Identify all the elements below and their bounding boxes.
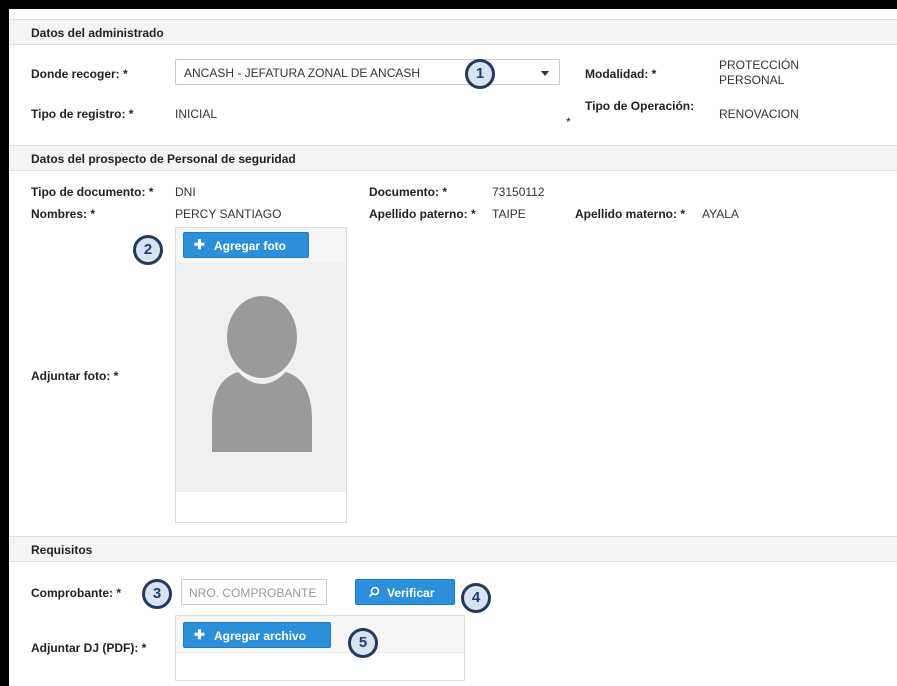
agregar-archivo-label: Agregar archivo [214,629,307,643]
agregar-archivo-button[interactable]: ✚ Agregar archivo [183,622,331,648]
documento-value: 73150112 [492,185,545,199]
adjuntar-dj-label: Adjuntar DJ (PDF): * [31,641,147,655]
tipo-documento-label: Tipo de documento: * [31,185,154,199]
plus-icon: ✚ [194,237,205,252]
apellido-paterno-label: Apellido paterno: * [369,207,476,221]
section-title-prospecto: Datos del prospecto de Personal de segur… [31,152,296,166]
adjuntar-foto-label: Adjuntar foto: * [31,369,119,383]
apellido-paterno-value: TAIPE [492,207,526,221]
chevron-down-icon [541,71,549,76]
section-header-administrado: Datos del administrado [9,19,897,45]
agregar-foto-button[interactable]: ✚ Agregar foto [183,232,309,258]
donde-recoger-selected-value: ANCASH - JEFATURA ZONAL DE ANCASH [184,66,421,80]
comprobante-field[interactable] [181,579,329,605]
section-title-requisitos: Requisitos [31,543,93,557]
donde-recoger-label: Donde recoger: * [31,67,128,81]
section-header-prospecto: Datos del prospecto de Personal de segur… [9,145,897,171]
tipo-documento-value: DNI [175,185,196,199]
tipo-registro-label: Tipo de registro: * [31,107,134,121]
photo-preview [176,262,346,492]
documento-label: Documento: * [369,185,447,199]
donde-recoger-select[interactable]: ANCASH - JEFATURA ZONAL DE ANCASH [175,59,560,85]
modalidad-label: Modalidad: * [585,67,657,81]
callout-1: 1 [465,59,495,89]
section-header-requisitos: Requisitos [9,536,897,562]
callout-4: 4 [461,583,491,613]
plus-icon: ✚ [194,627,205,642]
nombres-value: PERCY SANTIAGO [175,207,282,221]
comprobante-label: Comprobante: * [31,586,121,600]
user-silhouette-icon [212,296,312,452]
comprobante-input[interactable] [187,585,329,601]
section-title-administrado: Datos del administrado [31,26,164,40]
search-icon [368,586,380,600]
verificar-label: Verificar [387,586,435,600]
modalidad-value-line1: PROTECCIÓN [719,58,800,72]
agregar-foto-label: Agregar foto [214,239,286,253]
modalidad-value-line2: PERSONAL [719,73,785,87]
verificar-button[interactable]: Verificar [355,579,455,605]
form-panel: Datos del administrado Donde recoger: * … [9,9,897,686]
apellido-materno-value: AYALA [702,207,739,221]
apellido-materno-label: Apellido materno: * [575,207,686,221]
callout-3: 3 [142,579,172,609]
callout-2: 2 [133,235,163,265]
photo-upload-panel [175,227,347,523]
callout-5: 5 [348,628,378,658]
nombres-label: Nombres: * [31,207,96,221]
tipo-registro-value: INICIAL [175,107,218,121]
tipo-operacion-value: RENOVACION [719,107,799,121]
tipo-operacion-label: Tipo de Operación: [585,99,695,113]
tipo-operacion-required-mark: * [566,115,571,129]
